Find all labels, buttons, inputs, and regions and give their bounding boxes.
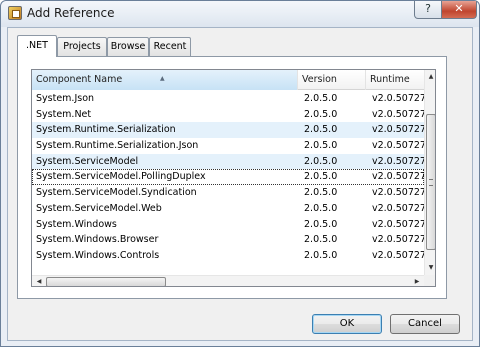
list-item[interactable]: System.Runtime.Serialization 2.0.5.0 v2.0.…	[32, 122, 424, 139]
list-item[interactable]: System.Net 2.0.5.0 v2.0.50727	[32, 107, 424, 123]
horizontal-scrollbar[interactable]: ◀ ▶	[32, 275, 424, 286]
version-cell: 2.0.5.0	[304, 234, 338, 246]
component-name-cell: System.Runtime.Serialization	[36, 124, 176, 136]
list-item[interactable]: System.Runtime.Serialization.Json 2.0.5.0…	[32, 138, 424, 154]
horizontal-scroll-thumb[interactable]	[46, 277, 166, 286]
runtime-cell: v2.0.50727	[372, 234, 424, 246]
runtime-cell: v2.0.50727	[372, 93, 424, 104]
scroll-down-arrow-icon[interactable]: ▼	[425, 261, 435, 275]
tab-recent[interactable]: Recent	[149, 37, 191, 56]
component-name-cell: System.ServiceModel.Web	[36, 202, 162, 214]
runtime-cell: v2.0.50727	[372, 249, 424, 261]
component-list[interactable]: Component Name ▲ Version Runtime System.…	[31, 69, 436, 287]
list-item[interactable]: System.ServiceModel.Web 2.0.5.0 v2.0.50727	[32, 201, 424, 217]
add-reference-icon	[8, 6, 22, 20]
add-reference-dialog: Add Reference ? ✕ .NET Projects Browse R…	[0, 0, 480, 347]
list-item[interactable]: System.Windows.Browser 2.0.5.0 v2.0.50727	[32, 232, 424, 248]
version-cell: 2.0.5.0	[304, 171, 338, 183]
list-item[interactable]: System.Json 2.0.5.0 v2.0.50727	[32, 91, 424, 107]
version-cell: 2.0.5.0	[304, 93, 338, 104]
runtime-cell: v2.0.50727	[372, 202, 424, 214]
scroll-left-arrow-icon[interactable]: ◀	[32, 276, 46, 286]
list-item[interactable]: System.ServiceModel.PollingDuplex 2.0.5.0…	[32, 169, 424, 186]
list-header: Component Name ▲ Version Runtime	[32, 70, 424, 90]
version-cell: 2.0.5.0	[304, 124, 338, 136]
column-header-version[interactable]: Version	[298, 70, 366, 90]
vertical-scrollbar[interactable]: ▲ ▼	[424, 70, 435, 275]
version-cell: 2.0.5.0	[304, 218, 338, 230]
runtime-cell: v2.0.50727	[372, 218, 424, 230]
tab-panel-dotnet: Component Name ▲ Version Runtime System.…	[17, 56, 447, 299]
runtime-cell: v2.0.50727	[372, 108, 424, 120]
component-name-cell: System.Windows	[36, 218, 117, 230]
list-item[interactable]: System.ServiceModel.Syndication 2.0.5.0 v2…	[32, 185, 424, 201]
component-name-cell: System.ServiceModel.PollingDuplex	[36, 171, 206, 183]
column-header-label: Component Name	[36, 74, 123, 85]
list-item[interactable]: System.Windows.Controls 2.0.5.0 v2.0.50727	[32, 248, 424, 264]
component-name-cell: System.ServiceModel	[36, 155, 139, 167]
component-name-cell: System.Net	[36, 108, 92, 120]
sort-ascending-icon: ▲	[160, 75, 165, 82]
runtime-cell: v2.0.50727	[372, 187, 424, 199]
column-header-runtime[interactable]: Runtime	[366, 70, 424, 90]
tab-browse[interactable]: Browse	[107, 37, 149, 56]
version-cell: 2.0.5.0	[304, 187, 338, 199]
runtime-cell: v2.0.50727	[372, 124, 424, 136]
version-cell: 2.0.5.0	[304, 202, 338, 214]
component-name-cell: System.Windows.Controls	[36, 249, 160, 261]
scrollbar-corner	[424, 275, 435, 286]
version-cell: 2.0.5.0	[304, 155, 338, 167]
tab-projects[interactable]: Projects	[57, 37, 107, 56]
version-cell: 2.0.5.0	[304, 140, 338, 152]
component-name-cell: System.ServiceModel.Syndication	[36, 187, 197, 199]
component-name-cell: System.Windows.Browser	[36, 234, 159, 246]
list-item[interactable]: System.ServiceModel 2.0.5.0 v2.0.50727	[32, 153, 424, 170]
list-rows: System.Json 2.0.5.0 v2.0.50727 System.Net 2.…	[32, 91, 424, 264]
component-name-cell: System.Json	[36, 93, 95, 104]
title-bar[interactable]: Add Reference ? ✕	[1, 1, 479, 27]
version-cell: 2.0.5.0	[304, 249, 338, 261]
ok-button[interactable]: OK	[312, 314, 382, 334]
tab-dotnet[interactable]: .NET	[17, 35, 57, 57]
dialog-body: .NET Projects Browse Recent Component Na…	[7, 27, 473, 341]
runtime-cell: v2.0.50727	[372, 171, 424, 183]
vertical-scroll-thumb[interactable]	[426, 114, 435, 250]
cancel-button[interactable]: Cancel	[390, 314, 460, 334]
scroll-right-arrow-icon[interactable]: ▶	[410, 276, 424, 286]
column-header-component-name[interactable]: Component Name ▲	[32, 70, 298, 90]
component-name-cell: System.Runtime.Serialization.Json	[36, 140, 199, 152]
close-button[interactable]: ✕	[441, 1, 477, 19]
help-button[interactable]: ?	[414, 1, 442, 19]
version-cell: 2.0.5.0	[304, 108, 338, 120]
runtime-cell: v2.0.50727	[372, 140, 424, 152]
runtime-cell: v2.0.50727	[372, 155, 424, 167]
scroll-up-arrow-icon[interactable]: ▲	[425, 70, 435, 84]
list-item[interactable]: System.Windows 2.0.5.0 v2.0.50727	[32, 217, 424, 233]
window-title: Add Reference	[27, 6, 115, 20]
